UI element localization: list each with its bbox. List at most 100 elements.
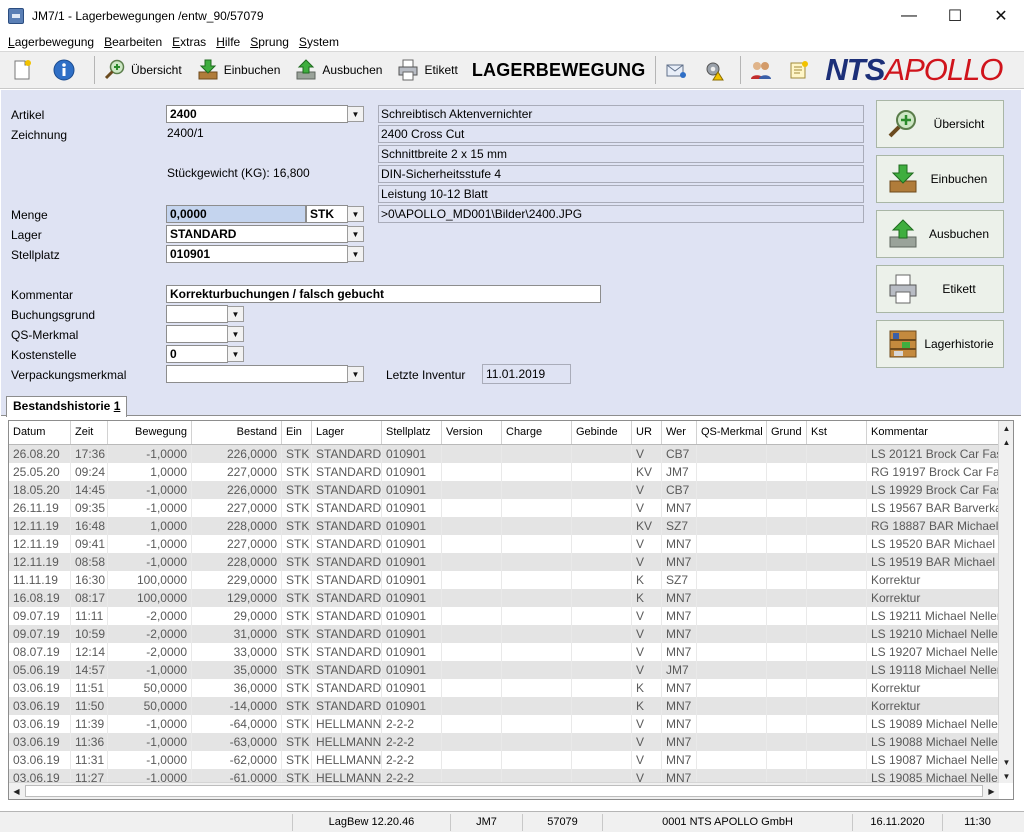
cell-zeit: 17:36	[71, 445, 108, 463]
column-header-gebinde[interactable]: Gebinde	[572, 421, 632, 444]
kostenstelle-dropdown-button[interactable]: ▼	[227, 346, 244, 362]
column-header-kst[interactable]: Kst	[807, 421, 867, 444]
scroll-left-icon[interactable]: ◀	[9, 784, 24, 798]
horizontal-scrollbar[interactable]: ◀ ▶	[9, 782, 999, 799]
side-uebersicht-button[interactable]: Übersicht	[876, 100, 1004, 148]
side-einbuchen-button[interactable]: Einbuchen	[876, 155, 1004, 203]
scroll-top-icon[interactable]: ▲	[999, 421, 1013, 435]
cell-datum: 25.05.20	[9, 463, 71, 481]
menu-extras[interactable]: Extras	[167, 35, 211, 49]
side-etikett-button[interactable]: Etikett	[876, 265, 1004, 313]
table-row[interactable]: 26.08.20 17:36 -1,0000 226,0000 STK STANDARD 0…	[9, 445, 999, 463]
cell-qs-merkmal	[697, 679, 767, 697]
toolbar-ausbuchen-button[interactable]: Ausbuchen	[290, 55, 386, 85]
table-row[interactable]: 08.07.19 12:14 -2,0000 33,0000 STK STANDARD 01…	[9, 643, 999, 661]
scroll-up-icon[interactable]: ▲	[999, 435, 1013, 449]
table-row[interactable]: 11.11.19 16:30 100,0000 229,0000 STK STANDARD…	[9, 571, 999, 589]
column-header-ur[interactable]: UR	[632, 421, 662, 444]
kostenstelle-field[interactable]: 0	[166, 345, 228, 363]
kommentar-field[interactable]: Korrekturbuchungen / falsch gebucht	[166, 285, 601, 303]
table-row[interactable]: 03.06.19 11:36 -1,0000 -63,0000 STK HELLMANN 2…	[9, 733, 999, 751]
scroll-down-icon[interactable]: ▼	[999, 755, 1013, 769]
table-row[interactable]: 25.05.20 09:24 1,0000 227,0000 STK STANDARD 01…	[9, 463, 999, 481]
side-lagerhistorie-button[interactable]: Lagerhistorie	[876, 320, 1004, 368]
cell-gebinde	[572, 517, 632, 535]
new-document-button[interactable]	[6, 55, 42, 85]
artikel-field[interactable]: 2400	[166, 105, 348, 123]
lager-field[interactable]: STANDARD	[166, 225, 348, 243]
cell-kst	[807, 643, 867, 661]
cell-zeit: 11:39	[71, 715, 108, 733]
table-row[interactable]: 12.11.19 09:41 -1,0000 227,0000 STK STANDARD 0…	[9, 535, 999, 553]
buchungsgrund-field[interactable]	[166, 305, 228, 323]
table-row[interactable]: 12.11.19 08:58 -1,0000 228,0000 STK STANDARD 0…	[9, 553, 999, 571]
close-button[interactable]: ✕	[978, 0, 1024, 32]
users-button[interactable]	[745, 55, 781, 85]
table-row[interactable]: 09.07.19 11:11 -2,0000 29,0000 STK STANDARD 01…	[9, 607, 999, 625]
cell-qs-merkmal	[697, 625, 767, 643]
tab-bestandshistorie[interactable]: Bestandshistorie 1	[6, 396, 128, 417]
toolbar-etikett-button[interactable]: Etikett	[392, 55, 461, 85]
buchungsgrund-dropdown-button[interactable]: ▼	[227, 306, 244, 322]
info-button[interactable]	[48, 55, 84, 85]
qs-merkmal-field[interactable]	[166, 325, 228, 343]
column-header-grund[interactable]: Grund	[767, 421, 807, 444]
notes-button[interactable]	[783, 55, 819, 85]
artikel-dropdown-button[interactable]: ▼	[347, 106, 364, 122]
menu-lagerbewegung[interactable]: Lagerbewegung	[3, 35, 99, 49]
column-header-ein[interactable]: Ein	[282, 421, 312, 444]
stellplatz-field[interactable]: 010901	[166, 245, 348, 263]
maximize-button[interactable]: ☐	[932, 0, 978, 32]
table-row[interactable]: 18.05.20 14:45 -1,0000 226,0000 STK STANDARD 0…	[9, 481, 999, 499]
settings-button[interactable]	[698, 55, 734, 85]
table-row[interactable]: 09.07.19 10:59 -2,0000 31,0000 STK STANDARD 01…	[9, 625, 999, 643]
menge-field[interactable]: 0,0000	[166, 205, 306, 223]
stellplatz-dropdown-button[interactable]: ▼	[347, 246, 364, 262]
table-row[interactable]: 03.06.19 11:27 -1,0000 -61,0000 STK HELLMANN 2…	[9, 769, 999, 783]
column-header-wer[interactable]: Wer	[662, 421, 697, 444]
menge-unit-dropdown-button[interactable]: ▼	[347, 206, 364, 222]
qs-merkmal-dropdown-button[interactable]: ▼	[227, 326, 244, 342]
cell-grund	[767, 751, 807, 769]
menu-hilfe[interactable]: Hilfe	[211, 35, 245, 49]
horizontal-scroll-thumb[interactable]	[25, 785, 983, 797]
column-header-bestand[interactable]: Bestand	[192, 421, 282, 444]
toolbar-uebersicht-button[interactable]: Übersicht	[99, 55, 186, 85]
column-header-datum[interactable]: Datum	[9, 421, 71, 444]
menu-system[interactable]: System	[294, 35, 344, 49]
column-header-zeit[interactable]: Zeit	[71, 421, 108, 444]
cell-bewegung: -2,0000	[108, 625, 192, 643]
column-header-bewegung[interactable]: Bewegung	[108, 421, 192, 444]
table-row[interactable]: 03.06.19 11:51 50,0000 36,0000 STK STANDARD 01…	[9, 679, 999, 697]
scroll-bottom-icon[interactable]: ▼	[999, 769, 1013, 783]
lager-dropdown-button[interactable]: ▼	[347, 226, 364, 242]
vertical-scrollbar[interactable]: ▲ ▲ ▼ ▼	[998, 421, 1013, 783]
scroll-right-icon[interactable]: ▶	[984, 784, 999, 798]
table-row[interactable]: 26.11.19 09:35 -1,0000 227,0000 STK STANDARD 0…	[9, 499, 999, 517]
menu-bearbeiten[interactable]: Bearbeiten	[99, 35, 167, 49]
side-ausbuchen-button[interactable]: Ausbuchen	[876, 210, 1004, 258]
table-row[interactable]: 05.06.19 14:57 -1,0000 35,0000 STK STANDARD 01…	[9, 661, 999, 679]
table-row[interactable]: 03.06.19 11:39 -1,0000 -64,0000 STK HELLMANN 2…	[9, 715, 999, 733]
column-header-lager[interactable]: Lager	[312, 421, 382, 444]
column-header-stellplatz[interactable]: Stellplatz	[382, 421, 442, 444]
column-header-qs-merkmal[interactable]: QS-Merkmal	[697, 421, 767, 444]
table-row[interactable]: 12.11.19 16:48 1,0000 228,0000 STK STANDARD 01…	[9, 517, 999, 535]
table-row[interactable]: 03.06.19 11:31 -1,0000 -62,0000 STK HELLMANN 2…	[9, 751, 999, 769]
cell-ein: STK	[282, 499, 312, 517]
menu-sprung[interactable]: Sprung	[245, 35, 294, 49]
verpackungsmerkmal-field[interactable]	[166, 365, 348, 383]
cell-bewegung: 50,0000	[108, 679, 192, 697]
column-header-charge[interactable]: Charge	[502, 421, 572, 444]
menge-unit-field[interactable]: STK	[306, 205, 348, 223]
cell-bewegung: -1,0000	[108, 499, 192, 517]
table-row[interactable]: 16.08.19 08:17 100,0000 129,0000 STK STANDARD…	[9, 589, 999, 607]
table-row[interactable]: 03.06.19 11:50 50,0000 -14,0000 STK STANDARD 0…	[9, 697, 999, 715]
bestandshistorie-table: Datum Zeit Bewegung Bestand Ein Lager Stellpla…	[8, 420, 1014, 800]
verpackungsmerkmal-dropdown-button[interactable]: ▼	[347, 366, 364, 382]
column-header-version[interactable]: Version	[442, 421, 502, 444]
mail-button[interactable]	[660, 55, 696, 85]
column-header-kommentar[interactable]: Kommentar	[867, 421, 999, 444]
minimize-button[interactable]: —	[886, 0, 932, 32]
toolbar-einbuchen-button[interactable]: Einbuchen	[192, 55, 285, 85]
